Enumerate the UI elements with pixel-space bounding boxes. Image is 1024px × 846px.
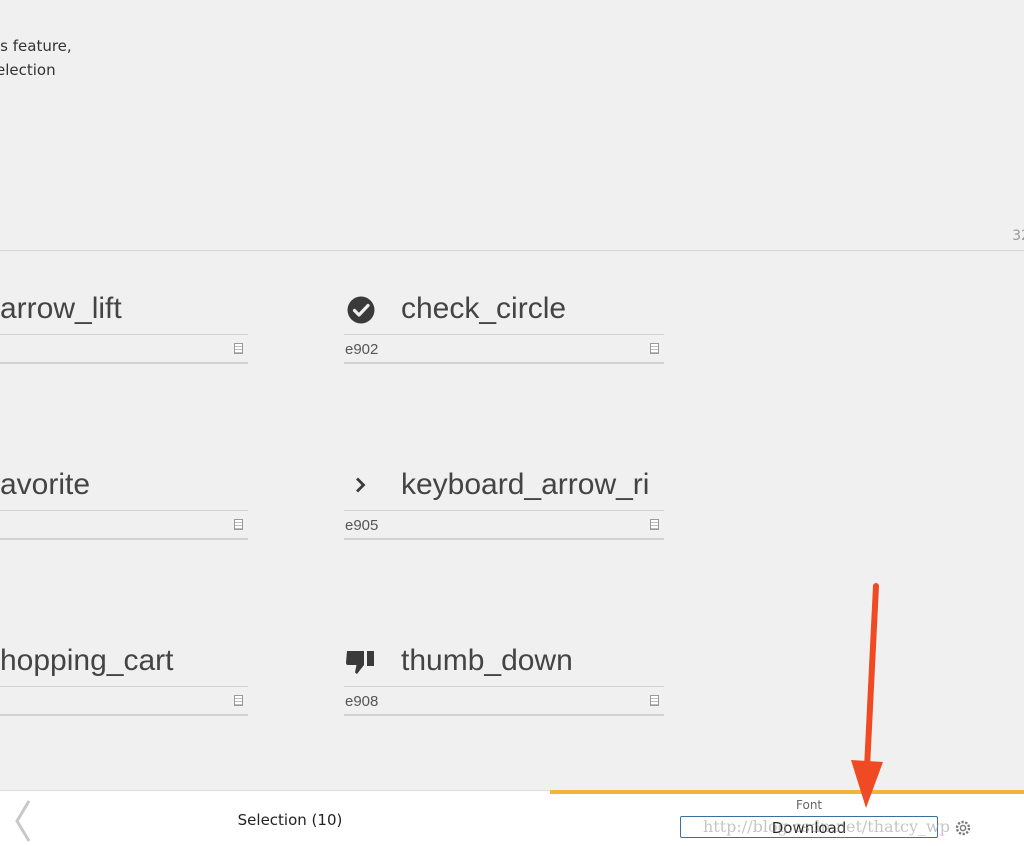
glyph-card-keyboard-arrow-right[interactable]: keyboard_arrow_ri e905 — [344, 454, 664, 544]
glyph-code: e908 — [345, 693, 379, 710]
download-button[interactable]: Download — [680, 816, 938, 838]
intro-text: is feature, election — [0, 34, 72, 82]
size-label: 32 — [1012, 228, 1024, 244]
copy-icon[interactable] — [650, 519, 659, 530]
font-label: Font — [796, 798, 823, 812]
copy-icon[interactable] — [650, 343, 659, 354]
glyph-card-arrow-lift[interactable]: arrow_lift — [0, 278, 248, 368]
copy-icon[interactable] — [234, 695, 243, 706]
glyph-name: hopping_cart — [0, 644, 174, 677]
intro-line-2: election — [0, 61, 56, 79]
glyph-code-field[interactable] — [0, 686, 248, 716]
glyph-name: keyboard_arrow_ri — [401, 468, 650, 501]
intro-line-1: is feature, — [0, 37, 72, 55]
gear-icon[interactable] — [953, 818, 973, 838]
copy-icon[interactable] — [234, 343, 243, 354]
icon-font-app: is feature, election 32 arrow_lift check… — [0, 0, 1024, 846]
chevron-right-icon — [344, 470, 378, 502]
glyph-card-check-circle[interactable]: check_circle e902 — [344, 278, 664, 368]
glyph-code: e902 — [345, 341, 379, 358]
glyph-name: avorite — [0, 468, 91, 501]
copy-icon[interactable] — [234, 519, 243, 530]
bottom-bar: Selection (10) Font Download — [0, 790, 1024, 846]
glyph-card-favorite[interactable]: avorite — [0, 454, 248, 544]
glyph-name: thumb_down — [401, 644, 573, 677]
glyph-card-shopping-cart[interactable]: hopping_cart — [0, 630, 248, 720]
font-panel: Font Download — [550, 790, 1024, 846]
glyph-code-field[interactable] — [0, 334, 248, 364]
thumb-down-icon — [344, 646, 378, 678]
selection-label[interactable]: Selection (10) — [0, 811, 580, 829]
glyph-name: check_circle — [401, 292, 567, 325]
glyph-card-thumb-down[interactable]: thumb_down e908 — [344, 630, 664, 720]
copy-icon[interactable] — [650, 695, 659, 706]
glyph-code-field[interactable]: e902 — [344, 334, 664, 364]
selection-panel: Selection (10) — [0, 790, 550, 846]
check-circle-icon — [344, 294, 378, 326]
section-divider — [0, 250, 1024, 251]
glyph-code-field[interactable] — [0, 510, 248, 540]
annotation-arrow — [840, 580, 900, 812]
glyph-code-field[interactable]: e908 — [344, 686, 664, 716]
glyph-code: e905 — [345, 517, 379, 534]
glyph-name: arrow_lift — [0, 292, 122, 325]
glyph-code-field[interactable]: e905 — [344, 510, 664, 540]
